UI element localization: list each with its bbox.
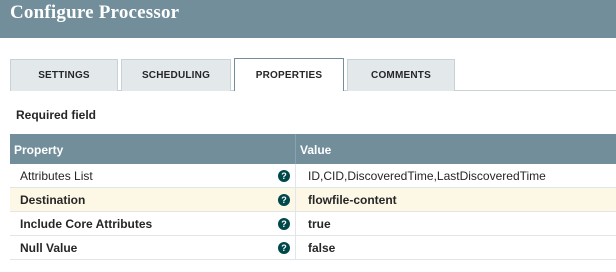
property-row-null-value[interactable]: Null Value ? false bbox=[10, 236, 616, 260]
property-value[interactable]: ID,CID,DiscoveredTime,LastDiscoveredTime bbox=[308, 169, 546, 183]
property-row-include-core-attributes[interactable]: Include Core Attributes ? true bbox=[10, 212, 616, 236]
help-icon[interactable]: ? bbox=[278, 170, 290, 182]
cell-divider bbox=[295, 188, 296, 212]
tab-settings-label: SETTINGS bbox=[38, 70, 90, 81]
column-header-value[interactable]: Value bbox=[300, 143, 331, 157]
tab-settings[interactable]: SETTINGS bbox=[10, 59, 118, 91]
dialog-header: Configure Processor bbox=[0, 0, 616, 38]
tab-properties-label: PROPERTIES bbox=[255, 69, 323, 81]
tab-comments-label: COMMENTS bbox=[371, 70, 431, 81]
required-field-label: Required field bbox=[16, 108, 97, 122]
property-value[interactable]: true bbox=[308, 217, 331, 231]
tab-comments[interactable]: COMMENTS bbox=[347, 59, 455, 91]
property-value[interactable]: flowfile-content bbox=[308, 193, 397, 207]
column-header-property[interactable]: Property bbox=[14, 143, 63, 157]
help-icon[interactable]: ? bbox=[278, 242, 290, 254]
grid-header: Property Value bbox=[10, 134, 616, 164]
property-value[interactable]: false bbox=[308, 241, 335, 255]
cell-divider bbox=[295, 212, 296, 236]
property-name: Include Core Attributes bbox=[20, 217, 153, 231]
tab-properties[interactable]: PROPERTIES bbox=[234, 58, 344, 92]
help-icon[interactable]: ? bbox=[278, 194, 290, 206]
property-row-destination[interactable]: Destination ? flowfile-content bbox=[10, 188, 616, 212]
property-name: Destination bbox=[20, 193, 86, 207]
dialog-title: Configure Processor bbox=[10, 2, 180, 23]
cell-divider bbox=[295, 236, 296, 260]
property-name: Null Value bbox=[20, 241, 78, 255]
tab-scheduling-label: SCHEDULING bbox=[141, 70, 211, 81]
tab-scheduling[interactable]: SCHEDULING bbox=[121, 59, 231, 91]
properties-grid: Property Value Attributes List ? ID,CID,… bbox=[10, 134, 616, 260]
property-name: Attributes List bbox=[20, 169, 93, 183]
help-icon[interactable]: ? bbox=[278, 218, 290, 230]
cell-divider bbox=[295, 164, 296, 188]
column-divider bbox=[295, 134, 296, 164]
property-row-attributes-list[interactable]: Attributes List ? ID,CID,DiscoveredTime,… bbox=[10, 164, 616, 188]
